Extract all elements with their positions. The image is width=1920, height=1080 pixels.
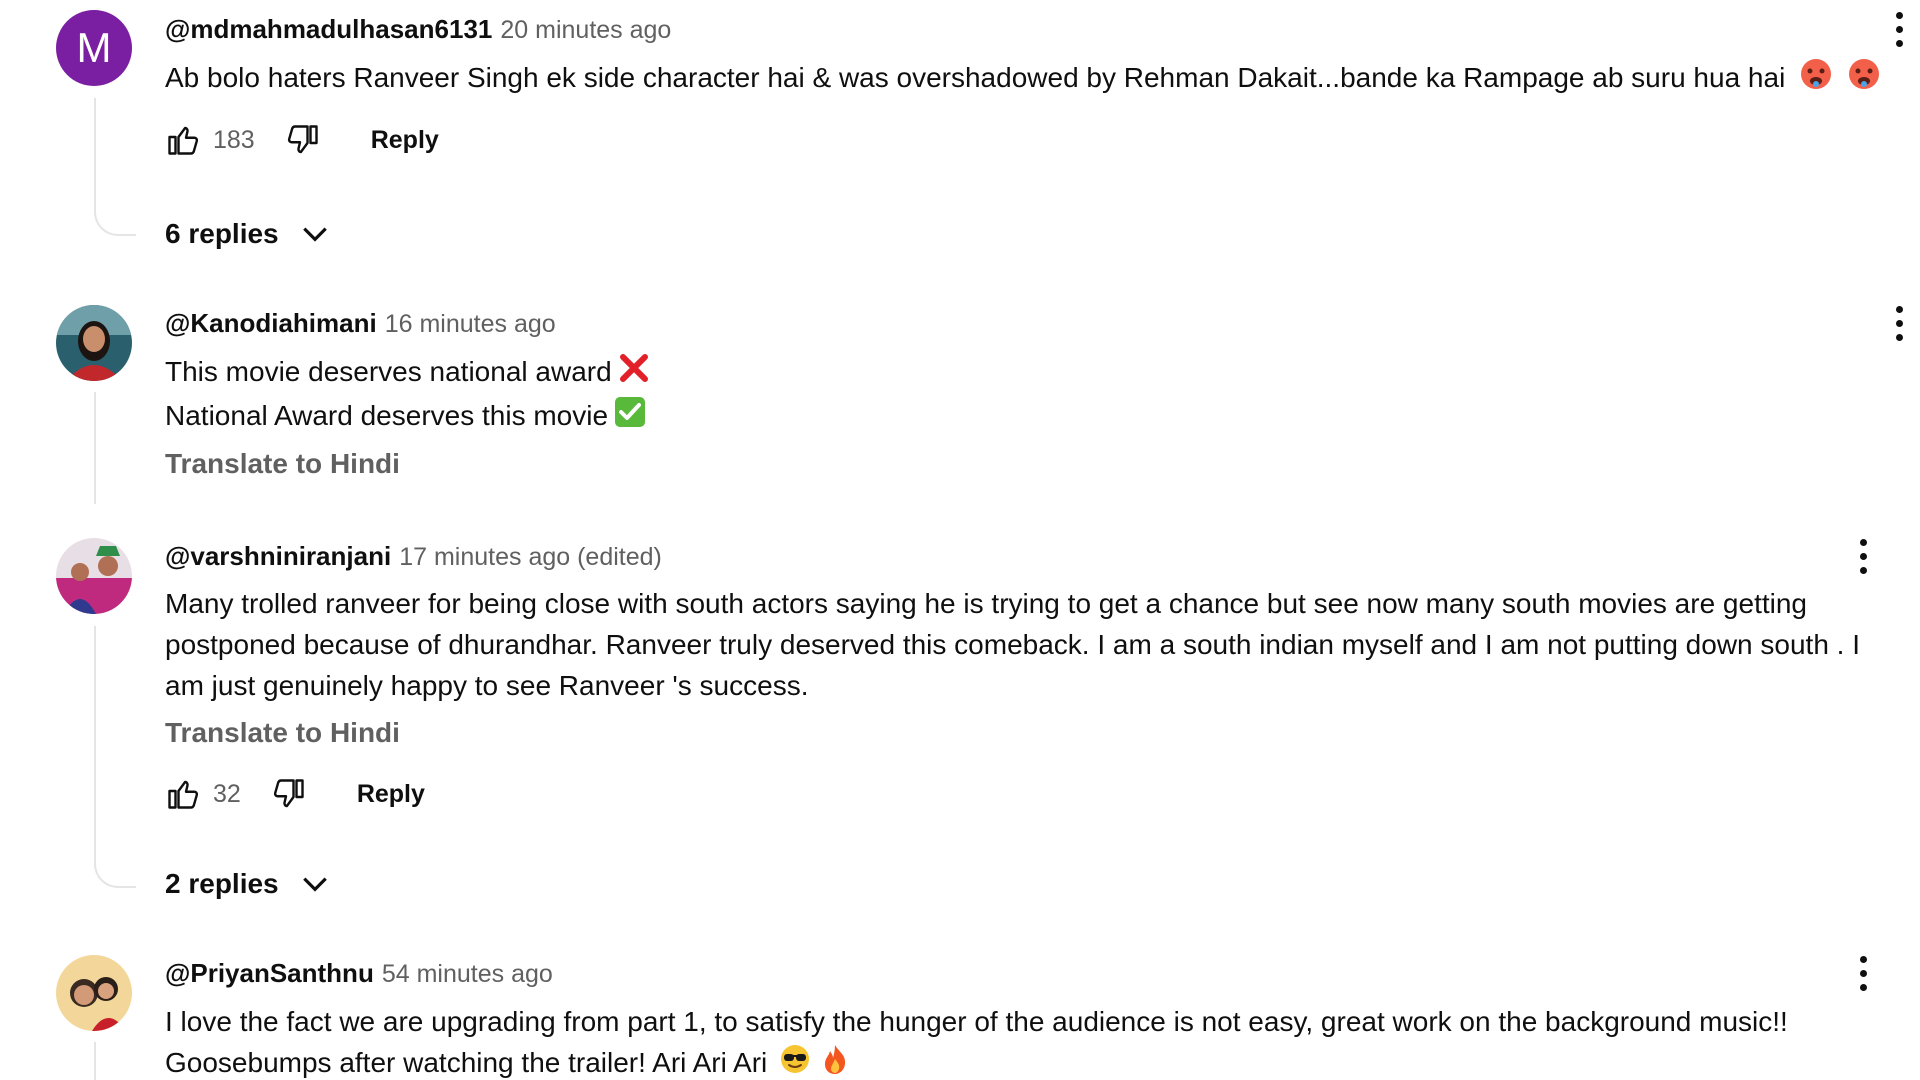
chevron-down-icon[interactable]	[299, 868, 331, 900]
reply-button[interactable]: Reply	[357, 780, 425, 809]
view-replies-button[interactable]: 2 replies	[165, 868, 331, 900]
comment-author[interactable]: @mdmahmadulhasan6131	[165, 14, 492, 44]
comment-author[interactable]: @Kanodiahimani	[165, 308, 377, 338]
thread-connector	[94, 626, 136, 888]
comment-actions: 183 Reply	[165, 118, 439, 162]
thread-connector	[94, 98, 136, 236]
comment-text: I love the fact we are upgrading from pa…	[165, 1001, 1788, 1080]
cross-mark-emoji-icon	[618, 352, 650, 395]
more-options-icon[interactable]	[1893, 10, 1905, 50]
comment-line: National Award deserves this movie	[165, 395, 650, 439]
avatar[interactable]	[56, 955, 132, 1031]
avatar[interactable]	[56, 538, 132, 614]
check-mark-emoji-icon	[614, 396, 646, 439]
avatar[interactable]	[56, 305, 132, 381]
more-options-icon[interactable]	[1857, 537, 1869, 577]
like-count: 32	[213, 779, 241, 808]
comment-time[interactable]: 17 minutes ago (edited)	[399, 543, 662, 571]
comment-time[interactable]: 16 minutes ago	[385, 310, 556, 338]
comment-author[interactable]: @varshniniranjani	[165, 541, 391, 571]
comment-time[interactable]: 54 minutes ago	[382, 960, 553, 988]
more-options-icon[interactable]	[1893, 304, 1905, 344]
thumbs-down-icon[interactable]	[285, 122, 321, 158]
comment-line: postponed because of dhurandhar. Ranveer…	[165, 629, 1861, 660]
hot-face-emoji-icon	[1847, 57, 1881, 102]
replies-count[interactable]: 2 replies	[165, 868, 279, 900]
comment-line: Many trolled ranveer for being close wit…	[165, 588, 1807, 619]
comment-actions: 32 Reply	[165, 772, 425, 816]
thumbs-up-icon[interactable]	[165, 776, 201, 812]
comment-line: I love the fact we are upgrading from pa…	[165, 1006, 1788, 1037]
thread-connector	[94, 392, 96, 504]
view-replies-button[interactable]: 6 replies	[165, 218, 331, 250]
like-count: 183	[213, 125, 255, 154]
replies-count[interactable]: 6 replies	[165, 218, 279, 250]
thumbs-up-icon[interactable]	[165, 122, 201, 158]
sunglasses-face-emoji-icon	[779, 1043, 811, 1080]
comment-header: @PriyanSanthnu 54 minutes ago	[165, 958, 553, 989]
comment-text-body: Ab bolo haters Ranveer Singh ek side cha…	[165, 62, 1786, 93]
comment-line: This movie deserves national award	[165, 351, 650, 395]
more-options-icon[interactable]	[1857, 954, 1869, 994]
comments-section: M @mdmahmadulhasan6131 20 minutes ago Ab …	[0, 0, 1920, 1080]
comment-text: Ab bolo haters Ranveer Singh ek side cha…	[165, 57, 1881, 102]
comment-header: @varshniniranjani 17 minutes ago (edited)	[165, 541, 662, 572]
comment-text: Many trolled ranveer for being close wit…	[165, 583, 1905, 706]
thumbs-down-icon[interactable]	[271, 776, 307, 812]
comment-author[interactable]: @PriyanSanthnu	[165, 958, 374, 988]
avatar[interactable]: M	[56, 10, 132, 86]
comment-line: Goosebumps after watching the trailer! A…	[165, 1042, 1788, 1080]
comment-header: @Kanodiahimani 16 minutes ago	[165, 308, 556, 339]
comment-header: @mdmahmadulhasan6131 20 minutes ago	[165, 14, 671, 45]
hot-face-emoji-icon	[1799, 57, 1833, 102]
chevron-down-icon[interactable]	[299, 218, 331, 250]
translate-button[interactable]: Translate to Hindi	[165, 717, 400, 749]
thread-connector	[94, 1042, 96, 1080]
reply-button[interactable]: Reply	[371, 126, 439, 155]
comment-line: am just genuinely happy to see Ranveer '…	[165, 670, 809, 701]
translate-button[interactable]: Translate to Hindi	[165, 448, 400, 480]
comment-time[interactable]: 20 minutes ago	[500, 16, 671, 44]
fire-emoji-icon	[821, 1043, 849, 1080]
comment-text: This movie deserves national award Natio…	[165, 351, 650, 439]
